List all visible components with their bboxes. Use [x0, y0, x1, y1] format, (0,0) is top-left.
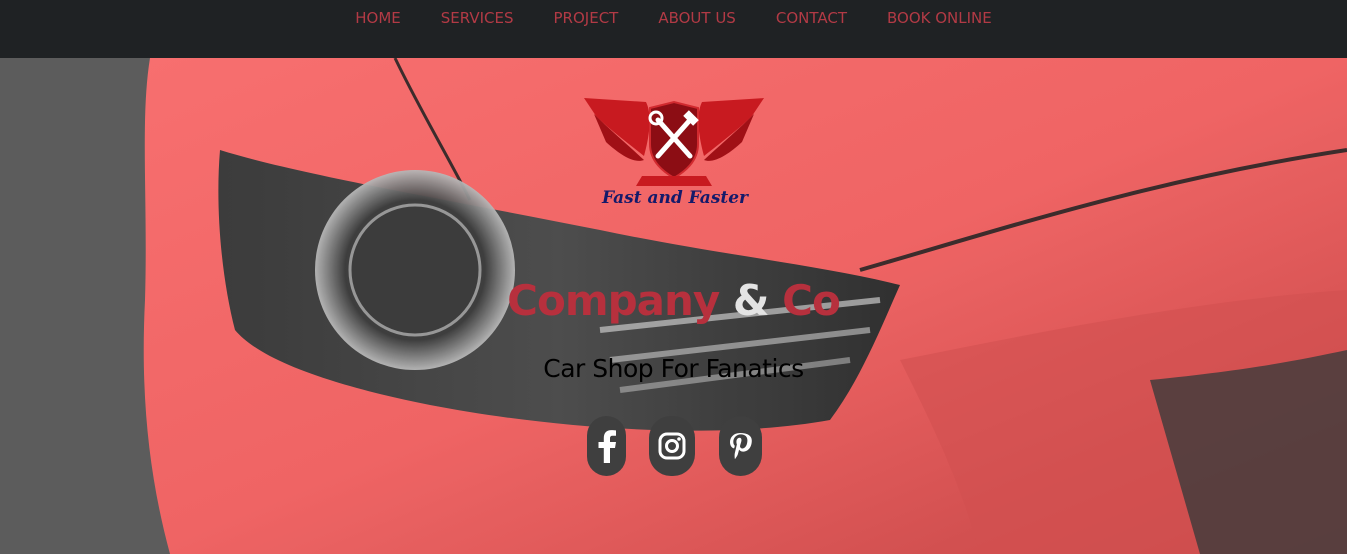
nav-item-home[interactable]: HOME — [355, 9, 401, 27]
brand-logo[interactable]: Fast and Faster — [584, 94, 766, 212]
nav-item-project[interactable]: PROJECT — [554, 9, 619, 27]
nav-item-book-online[interactable]: BOOK ONLINE — [887, 9, 992, 27]
instagram-icon — [658, 432, 686, 460]
nav-item-services[interactable]: SERVICES — [441, 9, 514, 27]
pinterest-link[interactable] — [719, 416, 762, 476]
logo-text: Fast and Faster — [601, 188, 749, 208]
company-suffix: Co — [782, 276, 841, 325]
pinterest-icon — [729, 433, 752, 459]
facebook-icon — [598, 430, 616, 463]
hero-section: HOME SERVICES PROJECT ABOUT US CONTACT B… — [0, 0, 1347, 554]
wrench-hammer-shield-icon — [584, 98, 764, 186]
facebook-link[interactable] — [587, 416, 626, 476]
instagram-link[interactable] — [649, 416, 695, 476]
nav-item-about-us[interactable]: ABOUT US — [658, 9, 736, 27]
top-navigation: HOME SERVICES PROJECT ABOUT US CONTACT B… — [0, 0, 1347, 58]
company-name-heading: Company & Co — [0, 276, 1347, 325]
nav-item-contact[interactable]: CONTACT — [776, 9, 847, 27]
company-name: Company — [507, 276, 720, 325]
company-ampersand: & — [732, 276, 770, 325]
tagline: Car Shop For Fanatics — [543, 354, 804, 383]
